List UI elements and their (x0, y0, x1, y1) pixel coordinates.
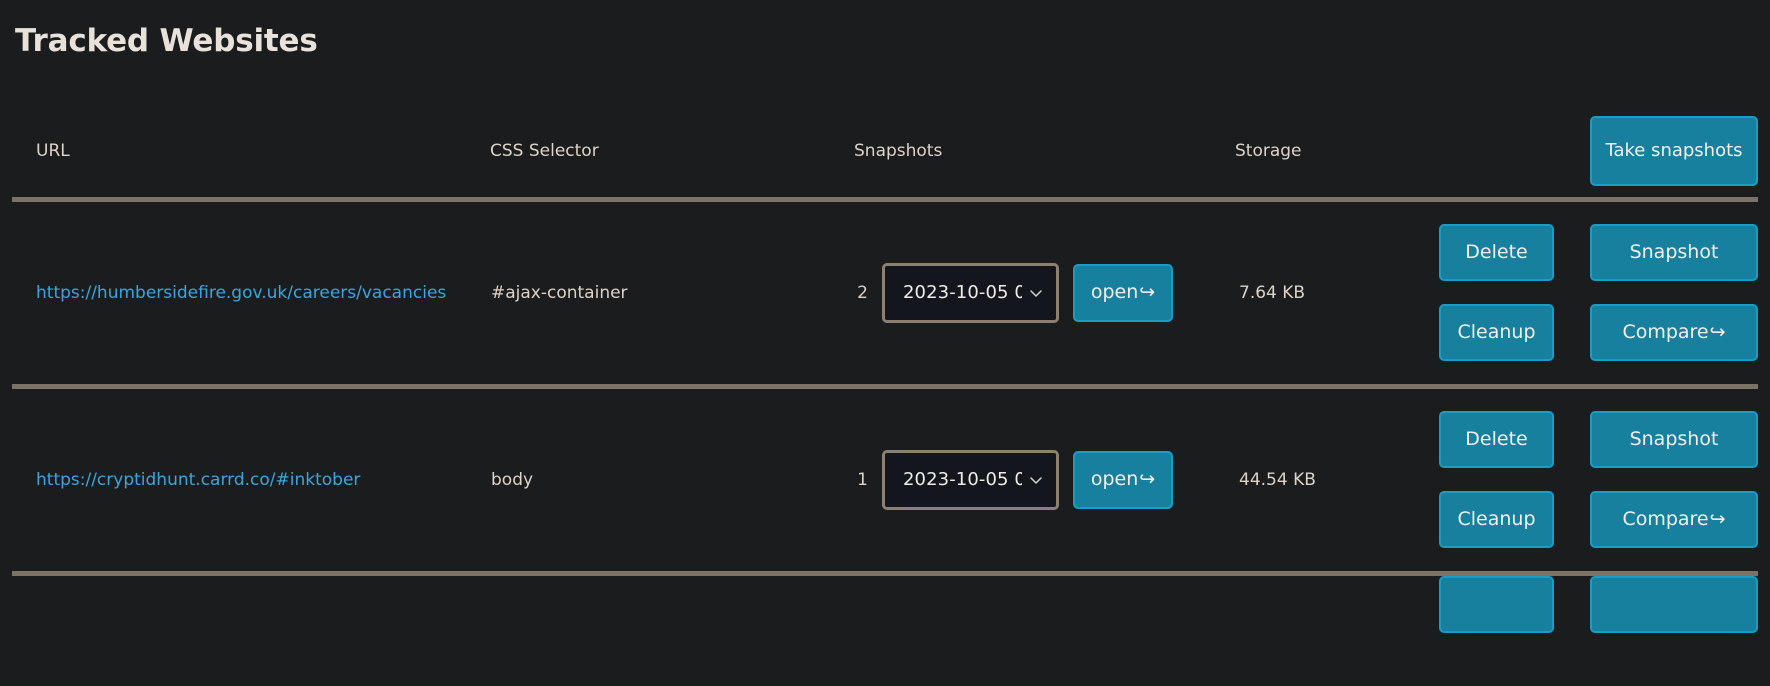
open-button-label: open (1090, 468, 1139, 491)
storage-cell (1235, 570, 1410, 633)
column-header-actions: Take snapshots (1410, 106, 1758, 199)
compare-button-label: Compare (1622, 321, 1709, 344)
delete-button[interactable] (1439, 575, 1554, 633)
snapshot-button[interactable]: Snapshot (1590, 411, 1758, 469)
actions-cell (1410, 570, 1758, 633)
column-header-snapshots: Snapshots (854, 141, 943, 162)
snapshot-count: 2 (857, 282, 868, 303)
table-body: https://humbersidefire.gov.uk/careers/va… (12, 196, 1758, 633)
page-title: Tracked Websites (15, 23, 318, 59)
chevron-down-icon (1028, 285, 1044, 301)
url-cell (12, 570, 490, 633)
snapshots-cell: 2 2023-10-05 0 open ↪ (854, 196, 1235, 387)
css-selector-cell: #ajax-container (490, 196, 854, 387)
actions-cell: Delete Snapshot Cleanup Compare ↪ (1410, 196, 1758, 387)
snapshots-cell (854, 570, 1235, 633)
table-header-row: URL CSS Selector Snapshots Storage Take … (12, 106, 1758, 199)
snapshot-button[interactable] (1590, 575, 1758, 633)
table-row (12, 570, 1758, 633)
compare-button[interactable]: Compare ↪ (1590, 491, 1758, 549)
cleanup-button[interactable]: Cleanup (1439, 491, 1554, 549)
tracked-websites-table: URL CSS Selector Snapshots Storage Take … (12, 106, 1758, 633)
column-header-url: URL (36, 141, 70, 162)
open-button-label: open (1090, 281, 1139, 304)
cleanup-button[interactable]: Cleanup (1439, 304, 1554, 362)
storage-cell: 7.64 KB (1235, 196, 1410, 387)
snapshot-select-value: 2023-10-05 0 (903, 282, 1022, 304)
url-cell: https://cryptidhunt.carrd.co/#inktober (12, 383, 490, 574)
column-header-css-selector: CSS Selector (490, 141, 599, 162)
actions-cell: Delete Snapshot Cleanup Compare ↪ (1410, 383, 1758, 574)
site-url-link[interactable]: https://cryptidhunt.carrd.co/#inktober (36, 470, 360, 490)
open-snapshot-button[interactable]: open ↪ (1073, 450, 1173, 509)
storage-cell: 44.54 KB (1235, 383, 1410, 574)
take-snapshots-button[interactable]: Take snapshots (1590, 116, 1758, 187)
css-selector-cell (490, 570, 854, 633)
delete-button[interactable]: Delete (1439, 224, 1554, 282)
url-cell: https://humbersidefire.gov.uk/careers/va… (12, 196, 490, 387)
arrow-enter-icon: ↪ (1709, 508, 1726, 531)
arrow-enter-icon: ↪ (1139, 468, 1156, 491)
column-header-storage: Storage (1235, 141, 1302, 162)
open-snapshot-button[interactable]: open ↪ (1073, 263, 1173, 322)
table-header: URL CSS Selector Snapshots Storage Take … (12, 106, 1758, 199)
snapshot-select-value: 2023-10-05 0 (903, 469, 1022, 491)
snapshot-button[interactable]: Snapshot (1590, 224, 1758, 282)
arrow-enter-icon: ↪ (1139, 281, 1156, 304)
arrow-enter-icon: ↪ (1709, 321, 1726, 344)
tracked-websites-page: Tracked Websites URL CSS Selector Snapsh… (0, 23, 1770, 633)
css-selector-cell: body (490, 383, 854, 574)
compare-button[interactable]: Compare ↪ (1590, 304, 1758, 362)
table-row: https://cryptidhunt.carrd.co/#inktober b… (12, 383, 1758, 574)
table-row: https://humbersidefire.gov.uk/careers/va… (12, 196, 1758, 387)
snapshots-cell: 1 2023-10-05 0 open ↪ (854, 383, 1235, 574)
snapshot-count: 1 (857, 469, 868, 490)
snapshot-select[interactable]: 2023-10-05 0 (882, 449, 1059, 510)
site-url-link[interactable]: https://humbersidefire.gov.uk/careers/va… (36, 283, 446, 303)
delete-button[interactable]: Delete (1439, 411, 1554, 469)
chevron-down-icon (1028, 472, 1044, 488)
compare-button-label: Compare (1622, 508, 1709, 531)
snapshot-select[interactable]: 2023-10-05 0 (882, 262, 1059, 323)
